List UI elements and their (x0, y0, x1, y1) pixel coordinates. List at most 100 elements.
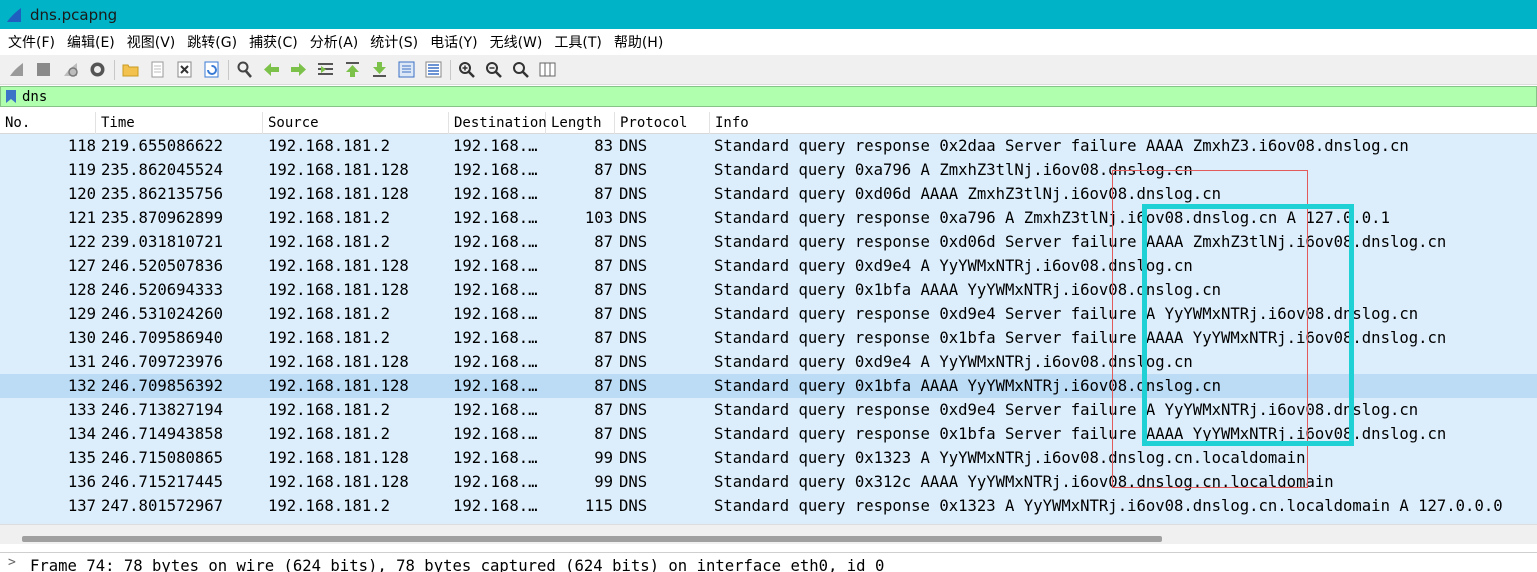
packet-source: 192.168.181.128 (268, 377, 409, 395)
menu-capture[interactable]: 捕获(C) (243, 32, 304, 52)
close-file-icon[interactable] (173, 58, 196, 81)
packet-no: 129 (67, 305, 96, 323)
packet-protocol: DNS (619, 425, 648, 443)
menu-analyze[interactable]: 分析(A) (304, 32, 365, 52)
packet-length: 99 (594, 449, 613, 467)
menu-statistics[interactable]: 统计(S) (364, 32, 424, 52)
packet-row[interactable]: 119 235.862045524 192.168.181.128 192.168.…… (0, 158, 1537, 182)
packet-row[interactable]: 129 246.531024260 192.168.181.2 192.168.… 87… (0, 302, 1537, 326)
packet-row[interactable]: 118 219.655086622 192.168.181.2 192.168.… 83… (0, 134, 1537, 158)
packet-row[interactable]: 127 246.520507836 192.168.181.128 192.168.…… (0, 254, 1537, 278)
packet-no: 135 (67, 449, 96, 467)
column-header-protocol[interactable]: Protocol (615, 112, 710, 134)
packet-no: 132 (67, 377, 96, 395)
packet-row[interactable]: 122 239.031810721 192.168.181.2 192.168.… 87… (0, 230, 1537, 254)
packet-destination: 192.168.… (453, 353, 538, 371)
stop-capture-icon[interactable] (32, 58, 55, 81)
menu-help[interactable]: 帮助(H) (608, 32, 669, 52)
menu-tools[interactable]: 工具(T) (548, 32, 607, 52)
packet-destination: 192.168.… (453, 257, 538, 275)
packet-info: Standard query 0xd9e4 A YyYWMxNTRj.i6ov0… (714, 257, 1193, 275)
display-filter-input[interactable]: dns (22, 89, 47, 105)
first-packet-icon[interactable] (341, 58, 364, 81)
expand-arrow-icon[interactable]: > (8, 555, 16, 570)
toolbar-separator (114, 59, 115, 80)
packet-protocol: DNS (619, 137, 648, 155)
packet-no: 119 (67, 161, 96, 179)
packet-no: 136 (67, 473, 96, 491)
column-header-time[interactable]: Time (96, 112, 263, 134)
open-file-icon[interactable] (119, 58, 142, 81)
normal-size-icon[interactable] (509, 58, 532, 81)
menu-view[interactable]: 视图(V) (121, 32, 182, 52)
menu-edit[interactable]: 编辑(E) (61, 32, 121, 52)
restart-capture-icon[interactable] (59, 58, 82, 81)
packet-source: 192.168.181.2 (268, 233, 391, 251)
find-packet-icon[interactable] (233, 58, 256, 81)
packet-info: Standard query 0xd06d AAAA ZmxhZ3tlNj.i6… (714, 185, 1221, 203)
menu-go[interactable]: 跳转(G) (181, 32, 243, 52)
packet-row[interactable]: 134 246.714943858 192.168.181.2 192.168.… 87… (0, 422, 1537, 446)
packet-protocol: DNS (619, 377, 648, 395)
packet-time: 246.714943858 (101, 425, 224, 443)
column-header-info[interactable]: Info (710, 112, 1537, 134)
go-back-icon[interactable] (260, 58, 283, 81)
packet-length: 87 (594, 233, 613, 251)
packet-no: 121 (67, 209, 96, 227)
packet-time: 246.520507836 (101, 257, 224, 275)
auto-scroll-icon[interactable] (395, 58, 418, 81)
go-forward-icon[interactable] (287, 58, 310, 81)
column-header-source[interactable]: Source (263, 112, 449, 134)
packet-row[interactable]: 121 235.870962899 192.168.181.2 192.168.… 10… (0, 206, 1537, 230)
column-header-length[interactable]: Length (546, 112, 615, 134)
go-to-packet-icon[interactable] (314, 58, 337, 81)
toolbar-separator (450, 59, 451, 80)
menu-telephony[interactable]: 电话(Y) (424, 32, 483, 52)
packet-protocol: DNS (619, 473, 648, 491)
resize-columns-icon[interactable] (536, 58, 559, 81)
packet-row[interactable]: 132 246.709856392 192.168.181.128 192.168.…… (0, 374, 1537, 398)
packet-list[interactable]: 118 219.655086622 192.168.181.2 192.168.… 83… (0, 134, 1537, 524)
reload-file-icon[interactable] (200, 58, 223, 81)
packet-row[interactable]: 135 246.715080865 192.168.181.128 192.168.…… (0, 446, 1537, 470)
zoom-out-icon[interactable] (482, 58, 505, 81)
packet-destination: 192.168.… (453, 425, 538, 443)
packet-time: 246.713827194 (101, 401, 224, 419)
last-packet-icon[interactable] (368, 58, 391, 81)
packet-protocol: DNS (619, 257, 648, 275)
packet-source: 192.168.181.2 (268, 401, 391, 419)
packet-row[interactable]: 133 246.713827194 192.168.181.2 192.168.… 87… (0, 398, 1537, 422)
packet-destination: 192.168.… (453, 449, 538, 467)
save-file-icon[interactable] (146, 58, 169, 81)
horizontal-scrollbar[interactable] (0, 524, 1537, 544)
packet-row[interactable]: 120 235.862135756 192.168.181.128 192.168.…… (0, 182, 1537, 206)
packet-source: 192.168.181.128 (268, 257, 409, 275)
packet-info: Standard query 0xa796 A ZmxhZ3tlNj.i6ov0… (714, 161, 1193, 179)
column-header-no[interactable]: No. (0, 112, 96, 134)
packet-protocol: DNS (619, 329, 648, 347)
packet-row[interactable]: 137 247.801572967 192.168.181.2 192.168.… 11… (0, 494, 1537, 518)
packet-row[interactable]: 130 246.709586940 192.168.181.2 192.168.… 87… (0, 326, 1537, 350)
column-header-destination[interactable]: Destination (449, 112, 547, 134)
packet-destination: 192.168.… (453, 185, 538, 203)
colorize-icon[interactable] (422, 58, 445, 81)
packet-source: 192.168.181.128 (268, 449, 409, 467)
packet-no: 118 (67, 137, 96, 155)
bookmark-icon[interactable] (5, 89, 17, 104)
packet-time: 219.655086622 (101, 137, 224, 155)
scrollbar-thumb[interactable] (22, 536, 1162, 542)
frame-summary[interactable]: Frame 74: 78 bytes on wire (624 bits), 7… (30, 557, 884, 572)
menu-wireless[interactable]: 无线(W) (484, 32, 549, 52)
packet-row[interactable]: 136 246.715217445 192.168.181.128 192.168.…… (0, 470, 1537, 494)
capture-options-icon[interactable] (86, 58, 109, 81)
packet-row[interactable]: 131 246.709723976 192.168.181.128 192.168.…… (0, 350, 1537, 374)
zoom-in-icon[interactable] (455, 58, 478, 81)
menu-file[interactable]: 文件(F) (2, 32, 61, 52)
packet-protocol: DNS (619, 233, 648, 251)
packet-protocol: DNS (619, 449, 648, 467)
packet-row[interactable]: 128 246.520694333 192.168.181.128 192.168.…… (0, 278, 1537, 302)
packet-time: 246.709723976 (101, 353, 224, 371)
packet-info: Standard query 0x1bfa AAAA YyYWMxNTRj.i6… (714, 377, 1221, 395)
start-capture-icon[interactable] (5, 58, 28, 81)
display-filter-bar[interactable]: dns (0, 86, 1537, 107)
